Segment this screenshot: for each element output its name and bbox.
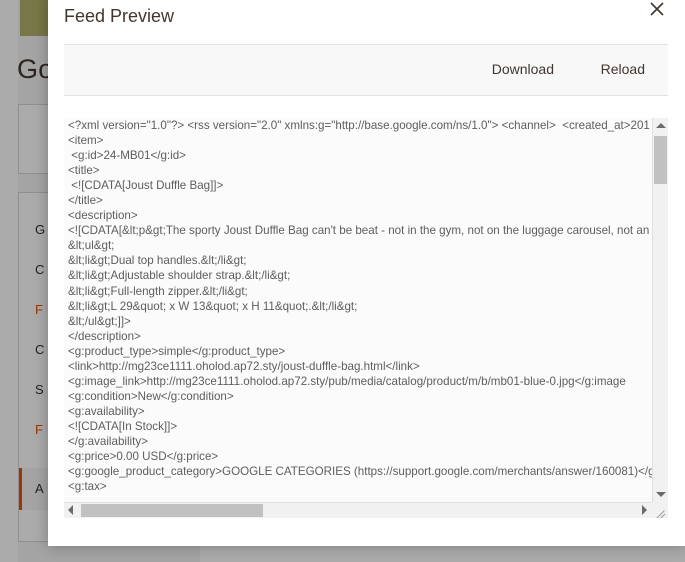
code-line: &lt;li&gt;Full-length zipper.&lt;/li&gt; — [68, 284, 652, 299]
code-line: &lt;/ul&gt;]]> — [68, 314, 652, 329]
horizontal-scrollbar-thumb[interactable] — [81, 504, 263, 517]
code-line: <item> — [68, 133, 652, 148]
feed-code-text[interactable]: <?xml version="1.0"?> <rss version="2.0"… — [64, 118, 652, 502]
code-line: <g:id>24-MB01</g:id> — [68, 148, 652, 163]
triangle-right-icon[interactable] — [637, 503, 652, 518]
code-line: &lt;li&gt;Dual top handles.&lt;/li&gt; — [68, 253, 652, 268]
code-line: <g:product_type>simple</g:product_type> — [68, 344, 652, 359]
vertical-scrollbar[interactable] — [652, 118, 668, 502]
code-line: <link>http://mg23ce1111.oholod.ap72.sty/… — [68, 359, 652, 374]
code-line: <title> — [68, 163, 652, 178]
triangle-down-icon[interactable] — [653, 487, 668, 502]
code-line: <![CDATA[Joust Duffle Bag]]> — [68, 178, 652, 193]
code-line: <g:condition>New</g:condition> — [68, 389, 652, 404]
download-button[interactable]: Download — [488, 59, 558, 79]
code-line: <![CDATA[&lt;p&gt;The sporty Joust Duffl… — [68, 223, 652, 238]
feed-code-viewer: <?xml version="1.0"?> <rss version="2.0"… — [64, 118, 668, 518]
reload-button[interactable]: Reload — [597, 59, 649, 79]
code-line: <g:google_product_category>GOOGLE CATEGO… — [68, 464, 652, 479]
code-line: <![CDATA[In Stock]]> — [68, 419, 652, 434]
code-line: <g:image_link>http://mg23ce1111.oholod.a… — [68, 374, 652, 389]
code-line: &lt;li&gt;L 29&quot; x W 13&quot; x H 11… — [68, 299, 652, 314]
code-line: </g:availability> — [68, 434, 652, 449]
code-line: <g:availability> — [68, 404, 652, 419]
code-line: &lt;ul&gt; — [68, 238, 652, 253]
triangle-up-icon[interactable] — [653, 118, 668, 133]
code-line: <description> — [68, 208, 652, 223]
close-icon[interactable] — [643, 0, 671, 23]
code-line: &lt;li&gt;Adjustable shoulder strap.&lt;… — [68, 268, 652, 283]
code-line: <g:price>0.00 USD</g:price> — [68, 449, 652, 464]
modal-header: Feed Preview — [48, 0, 685, 44]
code-line: <?xml version="1.0"?> <rss version="2.0"… — [68, 118, 652, 133]
code-line: </description> — [68, 329, 652, 344]
modal-toolbar: Download Reload — [64, 44, 668, 96]
code-line: <g:tax> — [68, 479, 652, 494]
code-line: </title> — [68, 193, 652, 208]
triangle-left-icon[interactable] — [64, 503, 79, 518]
vertical-scrollbar-thumb[interactable] — [654, 136, 667, 184]
horizontal-scrollbar[interactable] — [64, 502, 652, 518]
modal-title: Feed Preview — [64, 6, 174, 27]
resize-grip-icon[interactable] — [652, 502, 668, 518]
feed-preview-modal: Feed Preview Download Reload <?xml versi… — [48, 0, 685, 546]
